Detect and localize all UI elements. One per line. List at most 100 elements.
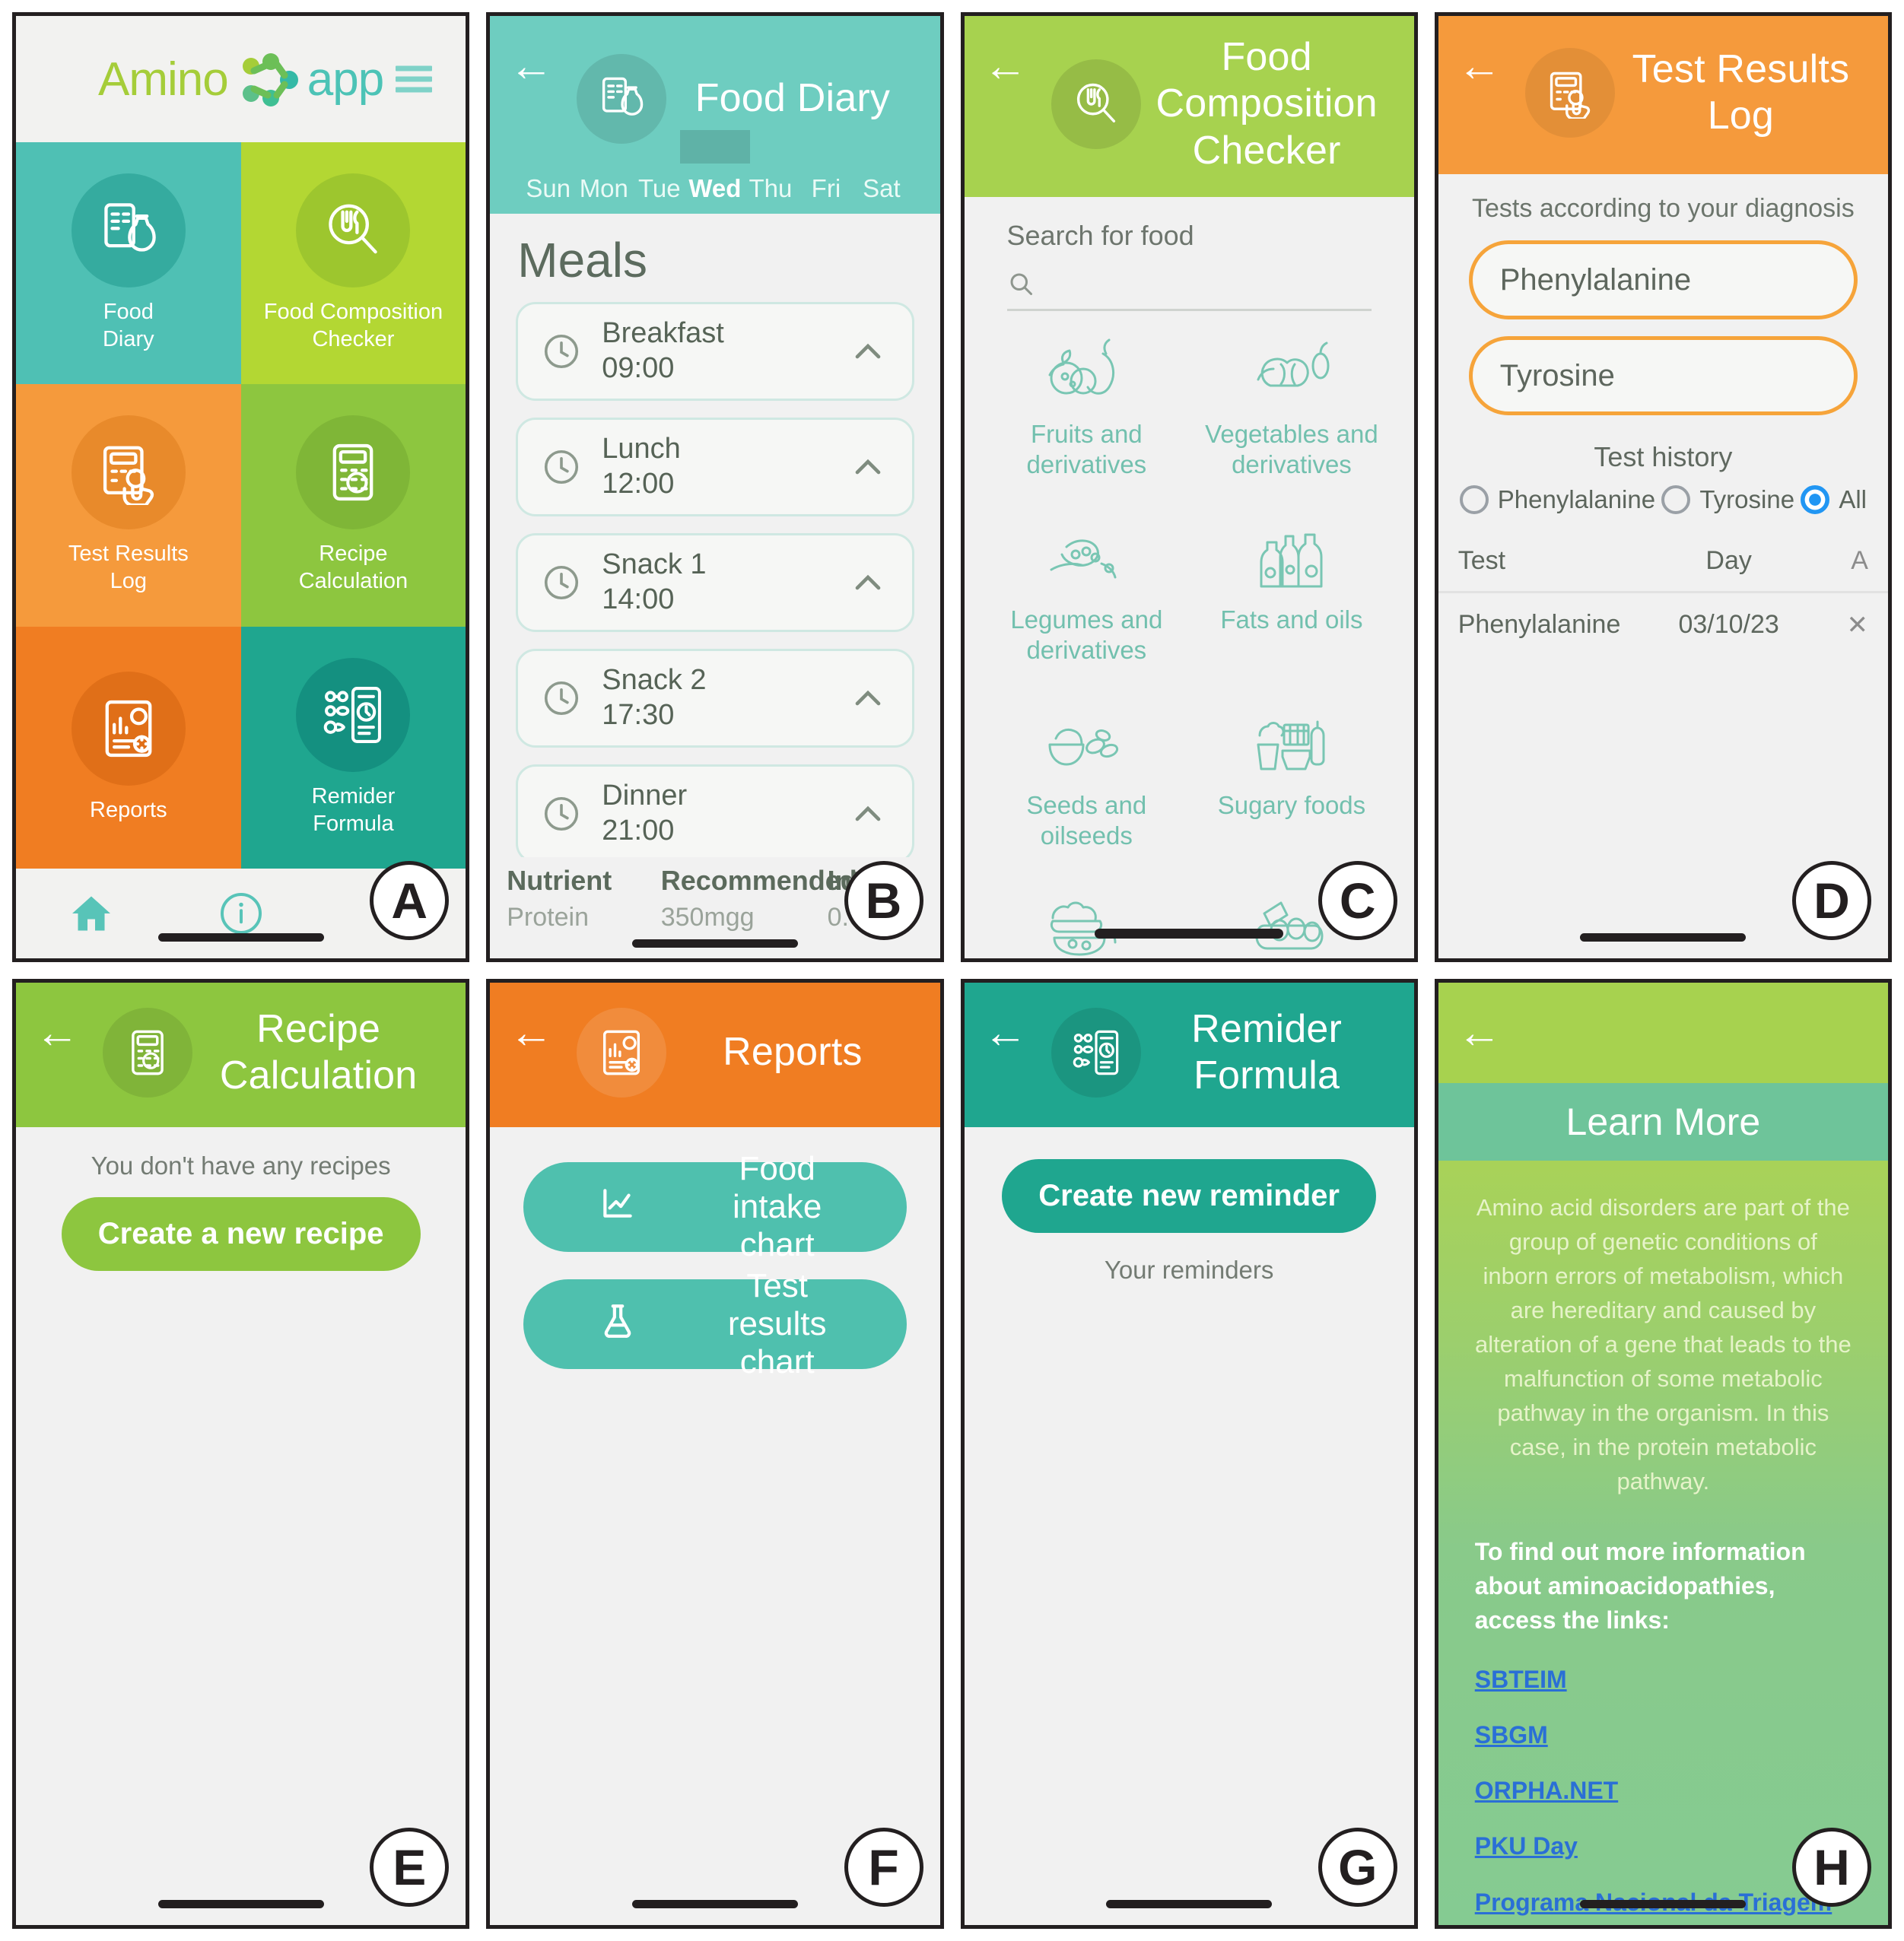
home-icon[interactable] — [16, 891, 166, 936]
chevron-up-icon[interactable] — [847, 677, 889, 720]
test-results-chart-button[interactable]: Test results chart — [523, 1267, 907, 1380]
day-sun[interactable]: Sun — [520, 164, 576, 214]
reports-icon — [577, 1008, 667, 1098]
vegetables-icon — [1257, 342, 1330, 387]
test-button-tyrosine[interactable]: Tyrosine — [1468, 336, 1858, 415]
back-arrow-icon[interactable]: ← — [1457, 1011, 1502, 1055]
meal-name: Snack 1 — [602, 548, 707, 581]
meal-row-breakfast[interactable]: Breakfast 09:00 — [516, 302, 914, 401]
category-sugary-foods[interactable]: Sugary foods — [1189, 702, 1394, 885]
food-diary-icon — [71, 173, 186, 287]
food-composition-body: Search for food Fruits and derivatives V… — [964, 197, 1414, 958]
test-results-icon — [1524, 48, 1615, 138]
back-arrow-icon[interactable]: ← — [509, 44, 553, 88]
back-arrow-icon[interactable]: ← — [1457, 44, 1502, 88]
create-new-reminder-button[interactable]: Create new reminder — [1002, 1159, 1376, 1233]
category-meat[interactable]: Meat and derivatives — [984, 888, 1190, 958]
category-label: Seeds and oilseeds — [1026, 791, 1147, 850]
figure-grid: Amino app Food Diary Food Composition Ch… — [0, 0, 1904, 1941]
test-label: Tyrosine — [1499, 358, 1615, 392]
tile-food-composition-checker[interactable]: Food Composition Checker — [240, 142, 466, 385]
chevron-up-icon[interactable] — [847, 793, 889, 835]
back-arrow-icon[interactable]: ← — [984, 44, 1028, 88]
back-arrow-icon[interactable]: ← — [984, 1011, 1028, 1055]
system-home-indicator — [157, 1900, 324, 1908]
clock-icon — [541, 446, 582, 488]
learn-more-paragraph: Amino acid disorders are part of the gro… — [1475, 1194, 1852, 1495]
tile-test-results-log[interactable]: Test Results Log — [16, 384, 241, 627]
clock-icon — [541, 331, 582, 372]
category-vegetables[interactable]: Vegetables and derivatives — [1189, 331, 1394, 513]
test-history-label: Test history — [1594, 441, 1733, 472]
food-intake-chart-button[interactable]: Food intake chart — [523, 1150, 907, 1263]
food-category-grid: Fruits and derivatives Vegetables and de… — [965, 311, 1414, 958]
tile-recipe-calculation[interactable]: Recipe Calculation — [240, 384, 466, 627]
tile-reminder-formula[interactable]: Remider Formula — [240, 626, 466, 869]
day-thu[interactable]: Thu — [742, 164, 798, 214]
day-sat[interactable]: Sat — [853, 164, 909, 214]
meal-row-dinner[interactable]: Dinner 21:00 — [516, 764, 914, 863]
system-home-indicator — [1580, 933, 1747, 942]
col-recommended: Recommended — [660, 865, 857, 896]
meal-row-lunch[interactable]: Lunch 12:00 — [516, 418, 914, 516]
magnifier-food-icon — [1051, 59, 1141, 150]
radio-dot-icon — [1801, 485, 1830, 514]
category-label: Fats and oils — [1220, 605, 1363, 634]
meat-icon — [1051, 901, 1117, 956]
recipe-header: ← Recipe Calculation — [16, 983, 466, 1127]
link-sbgm[interactable]: SBGM — [1475, 1719, 1852, 1752]
search-icon — [1007, 270, 1035, 301]
cell-nutrient: Protein — [507, 903, 589, 932]
create-new-recipe-button[interactable]: Create a new recipe — [61, 1197, 421, 1271]
page-title: Food Diary — [695, 76, 891, 121]
category-fruits[interactable]: Fruits and derivatives — [984, 331, 1190, 513]
test-button-phenylalanine[interactable]: Phenylalanine — [1468, 240, 1858, 319]
meal-row-snack-2[interactable]: Snack 2 17:30 — [516, 649, 914, 748]
meals-heading: Meals — [517, 233, 647, 287]
chevron-up-icon[interactable] — [847, 561, 889, 604]
panel-h-learn-more: ← Learn More Amino acid disorders are pa… — [1434, 979, 1892, 1929]
fruits-icon — [1048, 338, 1115, 395]
search-input[interactable] — [1006, 259, 1372, 312]
tile-food-diary[interactable]: Food Diary — [16, 142, 241, 385]
meal-time: 17:30 — [602, 699, 675, 731]
hamburger-menu-icon[interactable] — [396, 65, 433, 93]
meal-row-snack-1[interactable]: Snack 1 14:00 — [516, 533, 914, 632]
cell-test: Phenylalanine — [1457, 610, 1621, 639]
day-fri[interactable]: Fri — [798, 164, 853, 214]
day-tue[interactable]: Tue — [631, 164, 687, 214]
seeds-bowl-icon — [1048, 729, 1119, 766]
day-mon[interactable]: Mon — [576, 164, 631, 214]
food-composition-header: ← Food Composition Checker — [964, 16, 1414, 198]
learn-more-body: ← Learn More Amino acid disorders are pa… — [1438, 983, 1888, 1925]
home-tile-grid: Food Diary Food Composition Checker Test… — [16, 142, 466, 869]
tile-label: Remider Formula — [311, 783, 396, 836]
back-arrow-icon[interactable]: ← — [509, 1011, 553, 1055]
category-legumes[interactable]: Legumes and derivatives — [984, 516, 1190, 699]
radio-all[interactable]: All — [1801, 485, 1867, 514]
day-wed[interactable]: Wed — [687, 164, 742, 214]
chevron-up-icon[interactable] — [847, 330, 889, 373]
amino-app-logo: Amino app — [98, 51, 384, 107]
link-sbteim[interactable]: SBTEIM — [1475, 1663, 1852, 1696]
back-arrow-icon[interactable]: ← — [35, 1011, 79, 1055]
meal-time: 12:00 — [602, 468, 675, 500]
line-chart-icon — [555, 1184, 715, 1231]
panel-letter-badge: C — [1318, 861, 1397, 940]
search-label: Search for food — [1006, 220, 1194, 252]
system-home-indicator — [631, 1900, 798, 1908]
cell-recommended: 350mgg — [660, 903, 755, 932]
tile-reports[interactable]: Reports — [16, 626, 241, 869]
panel-letter-badge: F — [844, 1828, 923, 1907]
delete-row-icon[interactable]: ✕ — [1810, 610, 1868, 640]
chevron-up-icon[interactable] — [847, 446, 889, 488]
col-action: A — [1851, 546, 1868, 575]
radio-phenylalanine[interactable]: Phenylalanine — [1459, 485, 1655, 514]
link-orphanet[interactable]: ORPHA.NET — [1475, 1774, 1852, 1807]
category-seeds[interactable]: Seeds and oilseeds — [984, 702, 1190, 885]
system-home-indicator — [1580, 1900, 1747, 1908]
page-title: Remider Formula — [1191, 1006, 1343, 1098]
radio-tyrosine[interactable]: Tyrosine — [1661, 485, 1794, 514]
info-icon[interactable] — [166, 891, 316, 936]
category-fats-oils[interactable]: Fats and oils — [1189, 516, 1394, 699]
